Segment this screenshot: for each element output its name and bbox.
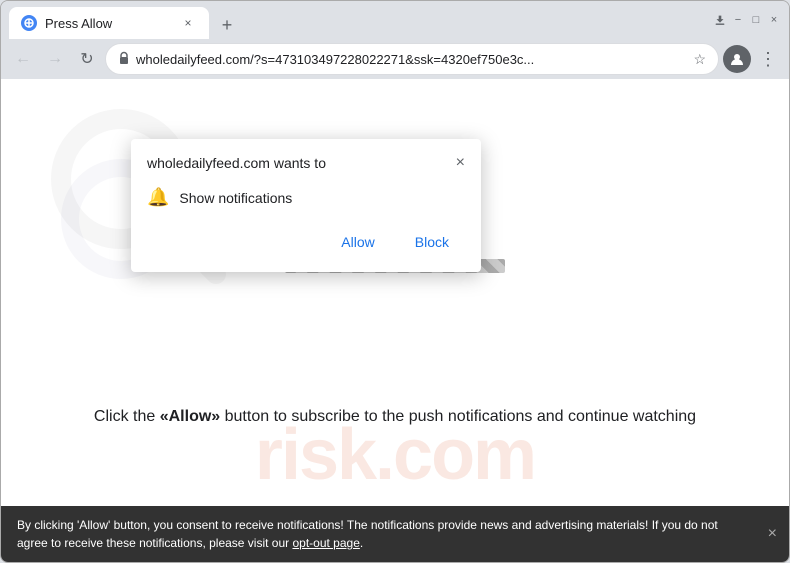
popup-body-text: Show notifications xyxy=(179,190,292,206)
allow-button[interactable]: Allow xyxy=(325,228,390,256)
tab-area: Press Allow × + xyxy=(9,1,709,39)
address-bar: ← → ↻ wholedailyfeed.com/?s=473103497228… xyxy=(1,39,789,79)
url-box[interactable]: wholedailyfeed.com/?s=473103497228022271… xyxy=(105,43,719,75)
new-tab-button[interactable]: + xyxy=(213,11,241,39)
risk-watermark: risk.com xyxy=(255,414,535,496)
popup-body: 🔔 Show notifications xyxy=(147,183,465,212)
bottom-bar-text-part1: By clicking 'Allow' button, you consent … xyxy=(17,518,718,550)
opt-out-link[interactable]: opt-out page xyxy=(292,536,359,550)
block-button[interactable]: Block xyxy=(399,228,465,256)
bottom-bar-close-button[interactable]: × xyxy=(768,525,777,543)
tab-favicon xyxy=(21,15,37,31)
url-text: wholedailyfeed.com/?s=473103497228022271… xyxy=(136,52,687,67)
popup-actions: Allow Block xyxy=(147,228,465,256)
minimize-button[interactable]: − xyxy=(731,13,745,27)
title-bar: Press Allow × + − □ × xyxy=(1,1,789,39)
bottom-notification-bar: By clicking 'Allow' button, you consent … xyxy=(1,506,789,562)
tab-close-button[interactable]: × xyxy=(179,14,197,32)
window-controls: − □ × xyxy=(713,13,781,27)
back-button[interactable]: ← xyxy=(9,45,37,73)
window-close-button[interactable]: × xyxy=(767,13,781,27)
download-icon[interactable] xyxy=(713,13,727,27)
bookmark-icon[interactable]: ☆ xyxy=(693,51,706,68)
page-content: Click the «Allow» button to subscribe to… xyxy=(1,79,789,506)
bottom-bar-text-part2: . xyxy=(360,536,363,550)
forward-button[interactable]: → xyxy=(41,45,69,73)
browser-window: Press Allow × + − □ × ← → ↻ xyxy=(0,0,790,563)
notification-popup: wholedailyfeed.com wants to × 🔔 Show not… xyxy=(131,139,481,272)
popup-close-button[interactable]: × xyxy=(456,155,465,171)
lock-icon xyxy=(118,51,130,68)
popup-title: wholedailyfeed.com wants to xyxy=(147,155,326,171)
popup-header: wholedailyfeed.com wants to × xyxy=(147,155,465,171)
active-tab[interactable]: Press Allow × xyxy=(9,7,209,39)
bottom-bar-text: By clicking 'Allow' button, you consent … xyxy=(17,516,749,552)
bell-icon: 🔔 xyxy=(147,187,169,208)
profile-button[interactable] xyxy=(723,45,751,73)
reload-button[interactable]: ↻ xyxy=(73,45,101,73)
menu-button[interactable]: ⋮ xyxy=(755,49,781,70)
tab-title: Press Allow xyxy=(45,16,171,31)
maximize-button[interactable]: □ xyxy=(749,13,763,27)
